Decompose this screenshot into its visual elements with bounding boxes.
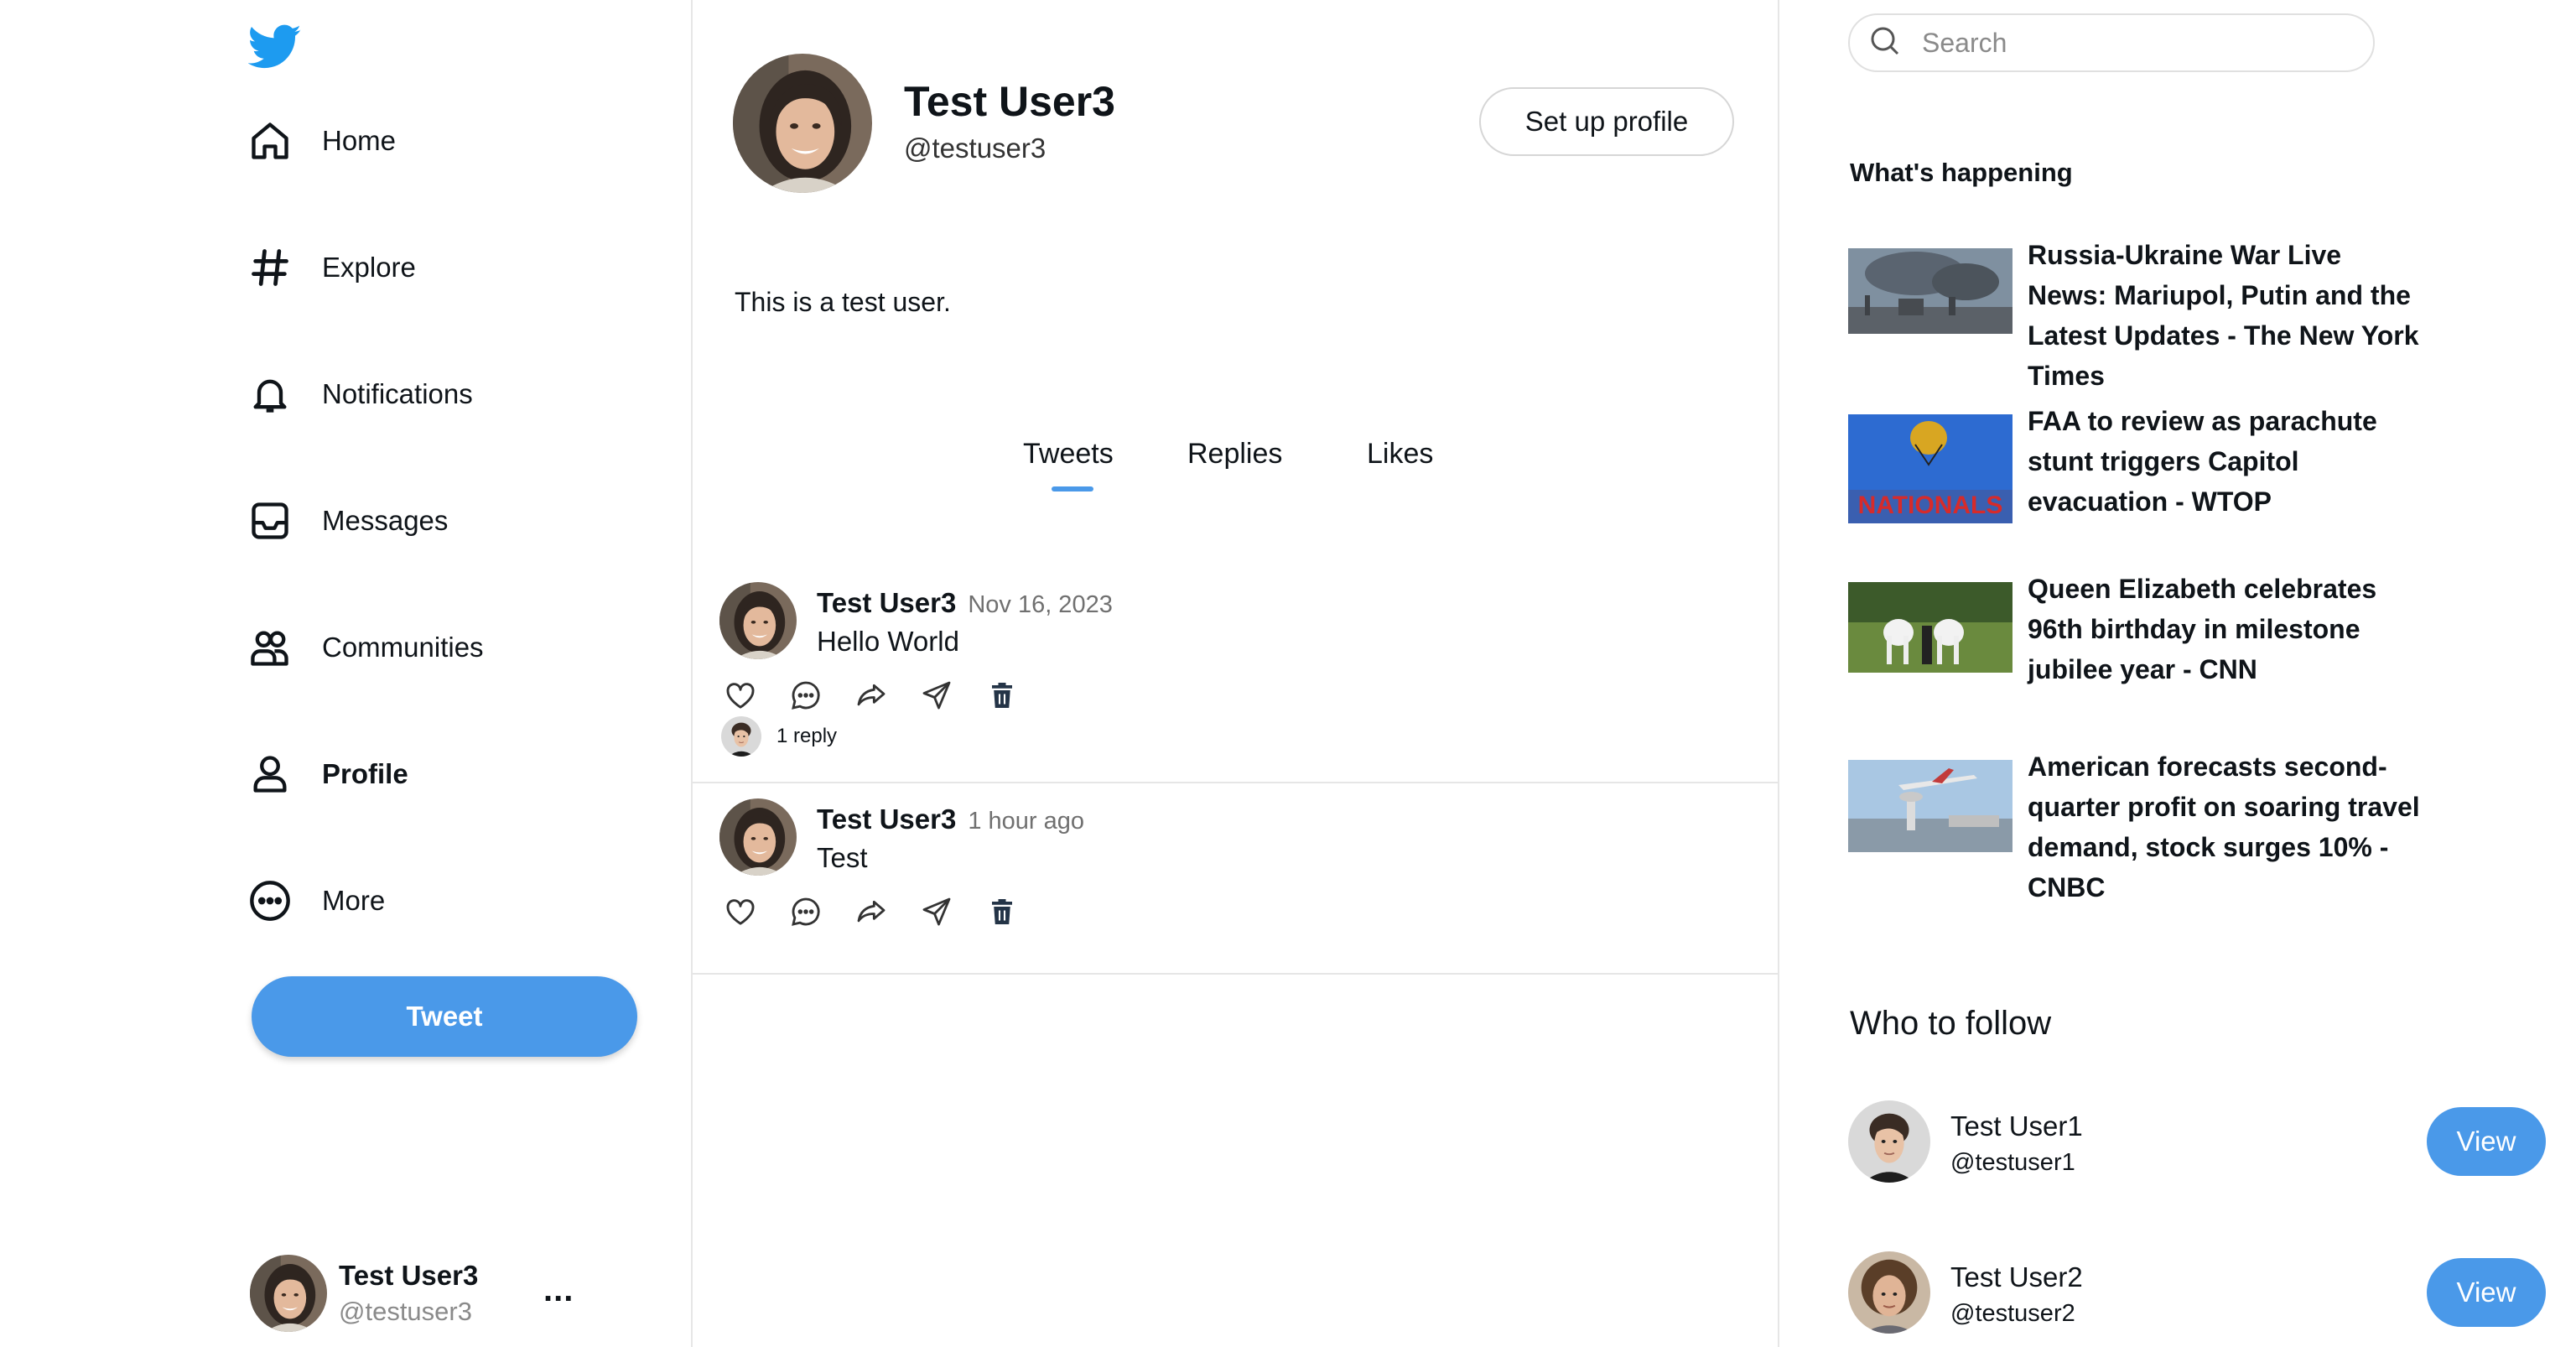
news-item[interactable]: American forecasts second-quarter profit… (1848, 752, 2422, 908)
news-headline: FAA to review as parachute stunt trigger… (2028, 406, 2377, 517)
news-item[interactable]: Russia-Ukraine War Live News: Mariupol, … (1848, 240, 2422, 396)
news-thumbnail (1848, 760, 2012, 852)
avatar (250, 1255, 327, 1332)
news-headline: Queen Elizabeth celebrates 96th birthday… (2028, 574, 2377, 684)
comment-icon[interactable] (787, 676, 825, 715)
nav-label: Notifications (322, 378, 473, 409)
twitter-bird-icon[interactable] (247, 23, 302, 70)
view-button[interactable]: View (2427, 1258, 2546, 1327)
profile-avatar (733, 54, 872, 193)
account-more-icon[interactable]: ... (543, 1272, 574, 1309)
tweet-text: Test (817, 842, 868, 873)
user-icon (247, 751, 293, 798)
news-item[interactable]: NATIONALS FAA to review as parachute stu… (1848, 406, 2422, 523)
search-input[interactable] (1922, 27, 2358, 59)
tweet-actions (721, 676, 1048, 715)
nav-item-explore[interactable]: Explore (247, 234, 416, 301)
search-icon (1868, 24, 1902, 62)
tweet-timestamp: 1 hour ago (968, 808, 1084, 835)
avatar (721, 716, 761, 757)
tweet-actions (721, 892, 1048, 931)
tweet-author-name: Test User3 (817, 587, 957, 618)
view-button[interactable]: View (2427, 1107, 2546, 1176)
send-icon[interactable] (917, 892, 956, 931)
nav-label: Explore (322, 252, 416, 283)
like-icon[interactable] (721, 892, 760, 931)
tweet-timestamp: Nov 16, 2023 (968, 591, 1113, 618)
tweet-author-name: Test User3 (817, 804, 957, 835)
account-handle: @testuser3 (339, 1297, 472, 1326)
whats-happening-title: What's happening (1850, 158, 2073, 187)
who-to-follow-title: Who to follow (1850, 1005, 2052, 1042)
tab-replies[interactable]: Replies (1187, 438, 1282, 471)
nav-label: Home (322, 125, 397, 156)
nav-item-notifications[interactable]: Notifications (247, 361, 473, 428)
tweet-item[interactable]: Test User3 Nov 16, 2023 Hello World 1 rep… (693, 570, 1779, 783)
news-thumbnail (1848, 248, 2012, 334)
nav-item-messages[interactable]: Messages (247, 487, 448, 554)
follow-suggestion: Test User1 @testuser1 View (1848, 1100, 2553, 1184)
nav-label: More (322, 885, 386, 916)
suggestion-handle: @testuser2 (1950, 1300, 2075, 1327)
avatar (1848, 1251, 1930, 1334)
home-icon (247, 117, 293, 164)
profile-tabs: Tweets Replies Likes (693, 438, 1779, 505)
tab-likes[interactable]: Likes (1367, 438, 1433, 471)
right-sidebar: What's happening Russia-Ukraine War Live… (1779, 0, 2576, 1347)
news-headline: Russia-Ukraine War Live News: Mariupol, … (2028, 240, 2419, 391)
send-icon[interactable] (917, 676, 956, 715)
nav-label: Messages (322, 505, 449, 536)
suggestion-name: Test User2 (1950, 1261, 2083, 1292)
news-thumbnail: NATIONALS (1848, 414, 2012, 523)
share-icon[interactable] (852, 892, 891, 931)
profile-handle: @testuser3 (904, 133, 1046, 164)
nav-item-profile[interactable]: Profile (247, 741, 408, 808)
avatar (719, 582, 797, 659)
nav-item-home[interactable]: Home (247, 107, 396, 174)
hashtag-icon (247, 244, 293, 291)
tweet-item[interactable]: Test User3 1 hour ago Test (693, 785, 1779, 975)
tweet-author: Test User3 1 hour ago (817, 804, 1084, 835)
set-up-profile-button[interactable]: Set up profile (1479, 87, 1734, 156)
suggestion-handle: @testuser1 (1950, 1149, 2075, 1176)
suggestion-name: Test User1 (1950, 1110, 2083, 1142)
tweet-button[interactable]: Tweet (252, 976, 637, 1057)
tweet-text: Hello World (817, 626, 959, 657)
avatar (1848, 1100, 1930, 1183)
nav-label: Profile (322, 758, 408, 789)
more-circle-icon (247, 877, 293, 924)
share-icon[interactable] (852, 676, 891, 715)
active-tab-indicator (1052, 486, 1093, 491)
delete-icon[interactable] (983, 676, 1021, 715)
people-icon (247, 624, 293, 671)
nav-item-more[interactable]: More (247, 867, 385, 934)
bell-icon (247, 371, 293, 418)
profile-name: Test User3 (904, 78, 1115, 125)
reply-count[interactable]: 1 reply (721, 716, 837, 757)
nav-label: Communities (322, 632, 484, 663)
tab-tweets[interactable]: Tweets (1023, 438, 1114, 471)
tweet-author: Test User3 Nov 16, 2023 (817, 587, 1113, 619)
news-thumbnail (1848, 582, 2012, 673)
main-column: Test User3 @testuser3 Set up profile Thi… (693, 0, 1779, 1347)
account-name: Test User3 (339, 1260, 479, 1291)
profile-bio: This is a test user. (735, 287, 951, 317)
inbox-icon (247, 497, 293, 544)
search-bar[interactable] (1848, 13, 2375, 72)
avatar (719, 798, 797, 876)
like-icon[interactable] (721, 676, 760, 715)
reply-count-text: 1 reply (776, 725, 838, 747)
delete-icon[interactable] (983, 892, 1021, 931)
account-switcher[interactable]: Test User3 @testuser3 (250, 1255, 478, 1332)
news-item[interactable]: Queen Elizabeth celebrates 96th birthday… (1848, 574, 2422, 689)
follow-suggestion: Test User2 @testuser2 View (1848, 1251, 2553, 1335)
comment-icon[interactable] (787, 892, 825, 931)
svg-text:NATIONALS: NATIONALS (1858, 491, 2003, 519)
news-headline: American forecasts second-quarter profit… (2028, 752, 2420, 902)
left-navigation: Home Explore Notifications Messages Comm… (0, 0, 693, 1347)
nav-item-communities[interactable]: Communities (247, 614, 484, 681)
